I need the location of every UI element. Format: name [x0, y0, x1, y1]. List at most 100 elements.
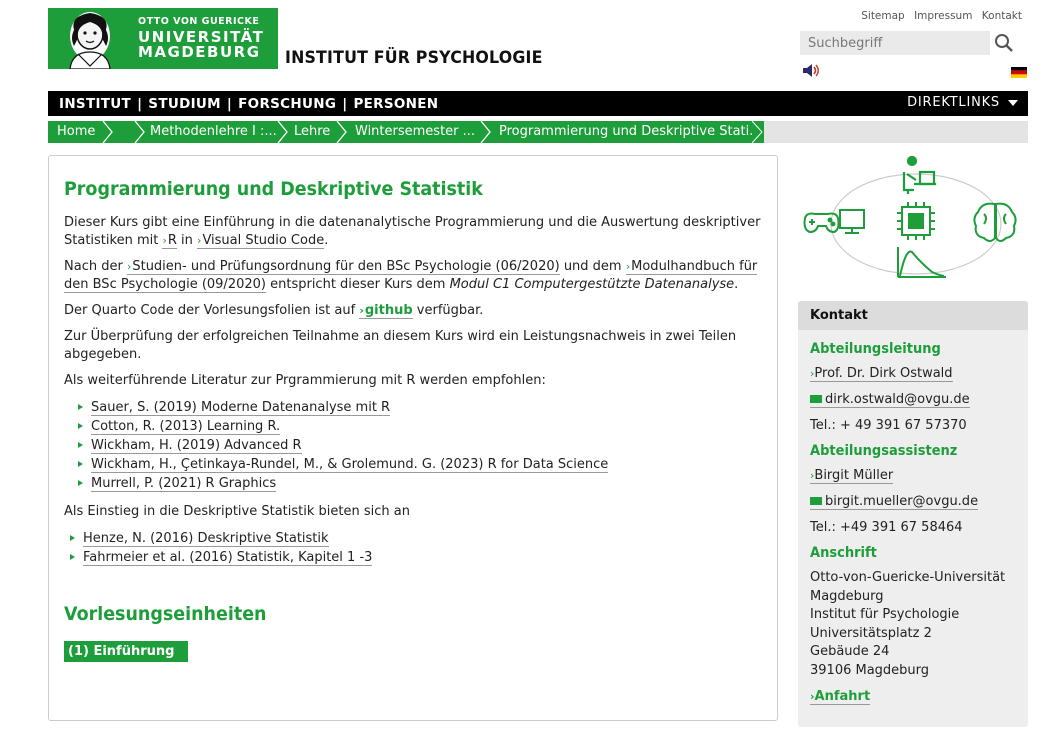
german-flag-icon[interactable] [1011, 67, 1027, 78]
nav-institut[interactable]: INSTITUT [59, 96, 131, 112]
chevron-down-icon [1008, 99, 1018, 106]
arrow-right-icon: › [625, 260, 631, 273]
vscode-link[interactable]: ›Visual Studio Code [197, 233, 325, 249]
address-line: Gebäude 24 [810, 644, 890, 659]
literature-link[interactable]: Fahrmeier et al. (2016) Statistik, Kapit… [83, 550, 373, 566]
literature-link[interactable]: Cotton, R. (2013) Learning R. [91, 419, 281, 435]
list-item: Wickham, H. (2019) Advanced R [76, 436, 762, 455]
intro-text: in [176, 233, 198, 248]
arrow-right-icon: › [126, 260, 132, 273]
address-line: Universitätsplatz 2 [810, 625, 932, 641]
regulation-text: Nach der [64, 259, 127, 274]
intro-literature-text: Als Einstieg in die Deskriptive Statisti… [64, 504, 410, 519]
list-item: Murrell, P. (2021) R Graphics [76, 474, 762, 493]
breadcrumb-chevron-icon [102, 121, 113, 143]
monitor-icon [839, 209, 865, 234]
bullet-icon [78, 461, 83, 467]
breadcrumb-current: Programmierung und Deskriptive Stati... [499, 124, 762, 139]
breadcrumb-methodenlehre[interactable]: Methodenlehre I :... [150, 121, 277, 143]
github-link[interactable]: ›github [359, 303, 413, 319]
list-item: Fahrmeier et al. (2016) Statistik, Kapit… [68, 548, 762, 567]
r-link[interactable]: ›R [162, 233, 177, 249]
nav-studium[interactable]: STUDIUM [148, 96, 221, 112]
literature-link[interactable]: Sauer, S. (2019) Moderne Datenanalyse mi… [91, 400, 391, 416]
breadcrumb-chevron-icon [277, 121, 288, 143]
institute-title[interactable]: INSTITUT FÜR PSYCHOLOGIE [285, 48, 543, 68]
impressum-link[interactable]: Impressum [914, 10, 972, 22]
sitemap-link[interactable]: Sitemap [861, 10, 905, 22]
unit-1-button[interactable]: (1) Einführung [64, 641, 189, 662]
contact-title: Kontakt [798, 301, 1028, 330]
assistenz-email-link[interactable]: birgit.mueller@ovgu.de [810, 494, 979, 510]
university-logo[interactable]: OTTO VON GUERICKE UNIVERSITÄT MAGDEBURG [48, 8, 278, 69]
leitung-name: Prof. Dr. Dirk Ostwald [814, 366, 953, 381]
bullet-icon [70, 554, 75, 560]
assistenz-name-link[interactable]: ›Birgit Müller [810, 468, 894, 484]
regulation-text: und dem [559, 259, 626, 274]
anschrift-heading: Anschrift [810, 545, 877, 561]
logo-small-text: OTTO VON GUERICKE [138, 16, 260, 28]
list-item: Wickham, H., Çetinkaya-Rundel, M., & Gro… [76, 455, 762, 474]
psychology-methods-graphic [803, 155, 1017, 278]
kontakt-link[interactable]: Kontakt [982, 10, 1022, 22]
address-line: Institut für Psychologie [810, 607, 960, 622]
module-name: Modul C1 Computergestützte Datenanalyse [449, 277, 735, 292]
address: Otto-von-Guericke-Universität Magdeburg … [810, 569, 1016, 680]
contact-box: Kontakt Abteilungsleitung ›Prof. Dr. Dir… [798, 301, 1028, 727]
github-paragraph: Der Quarto Code der Vorlesungsfolien ist… [64, 302, 762, 320]
list-item: Sauer, S. (2019) Moderne Datenanalyse mi… [76, 398, 762, 417]
assistenz-email: birgit.mueller@ovgu.de [825, 494, 979, 509]
page-title: Programmierung und Deskriptive Statistik [64, 178, 483, 200]
anfahrt-link[interactable]: ›Anfahrt [810, 689, 871, 705]
search-icon[interactable] [994, 33, 1014, 53]
speaker-icon[interactable] [802, 63, 820, 78]
nav-separator: | [342, 95, 348, 112]
breadcrumb-home[interactable]: Home [57, 121, 95, 143]
guericke-portrait-icon [69, 12, 111, 69]
chip-icon [897, 202, 935, 240]
address-line: Otto-von-Guericke-Universität [810, 570, 1006, 585]
direktlinks-dropdown[interactable]: DIREKTLINKS [907, 95, 1018, 110]
main-navigation: INSTITUT | STUDIUM | FORSCHUNG | PERSONE… [48, 91, 1028, 116]
top-links: Sitemap Impressum Kontakt [855, 10, 1022, 22]
assessment-paragraph: Zur Überprüfung der erfolgreichen Teilna… [64, 329, 737, 362]
leitung-phone: Tel.: + 49 391 67 57370 [810, 418, 967, 433]
nav-personen[interactable]: PERSONEN [353, 96, 438, 112]
leitung-email: dirk.ostwald@ovgu.de [825, 392, 970, 407]
bullet-icon [78, 423, 83, 429]
leitung-name-link[interactable]: ›Prof. Dr. Dirk Ostwald [810, 366, 953, 382]
main-content: Programmierung und Deskriptive Statistik… [48, 155, 778, 721]
bullet-icon [78, 404, 83, 410]
leitung-email-link[interactable]: dirk.ostwald@ovgu.de [810, 392, 970, 408]
literature-link[interactable]: Henze, N. (2016) Deskriptive Statistik [83, 531, 329, 547]
intro-text: . [324, 233, 329, 248]
literature-link[interactable]: Wickham, H. (2019) Advanced R [91, 438, 302, 454]
search-input[interactable] [800, 31, 990, 55]
breadcrumb-wintersemester[interactable]: Wintersemester ... [355, 121, 475, 143]
section-title: Vorlesungseinheiten [64, 603, 267, 625]
bullet-icon [78, 442, 83, 448]
breadcrumb-chevron-icon [336, 121, 347, 143]
mail-icon [810, 395, 822, 403]
breadcrumb: Home Methodenlehre I :... Lehre Winterse… [48, 121, 1028, 143]
brain-icon [973, 202, 1017, 242]
person-computer-icon [902, 155, 936, 194]
github-text: Der Quarto Code der Vorlesungsfolien ist… [64, 303, 360, 318]
assistenz-heading: Abteilungsassistenz [810, 443, 958, 459]
list-item: Cotton, R. (2013) Learning R. [76, 417, 762, 436]
regulation-text: . [734, 277, 739, 292]
logo-line2: MAGDEBURG [138, 42, 261, 61]
literature-link[interactable]: Wickham, H., Çetinkaya-Rundel, M., & Gro… [91, 457, 609, 473]
arrow-right-icon: › [359, 304, 364, 317]
bullet-icon [78, 480, 83, 486]
assistenz-name: Birgit Müller [814, 468, 894, 483]
mail-icon [810, 497, 822, 505]
breadcrumb-lehre[interactable]: Lehre [294, 121, 330, 143]
pruefungsordnung-link[interactable]: ›Studien- und Prüfungsordnung für den BS… [126, 259, 560, 275]
intro-paragraph: Dieser Kurs gibt eine Einführung in die … [64, 214, 762, 250]
nav-forschung[interactable]: FORSCHUNG [238, 96, 336, 112]
leitung-heading: Abteilungsleitung [810, 341, 941, 357]
arrow-right-icon: › [197, 234, 202, 247]
literature-link[interactable]: Murrell, P. (2021) R Graphics [91, 476, 277, 492]
gamepad-icon [803, 212, 840, 234]
